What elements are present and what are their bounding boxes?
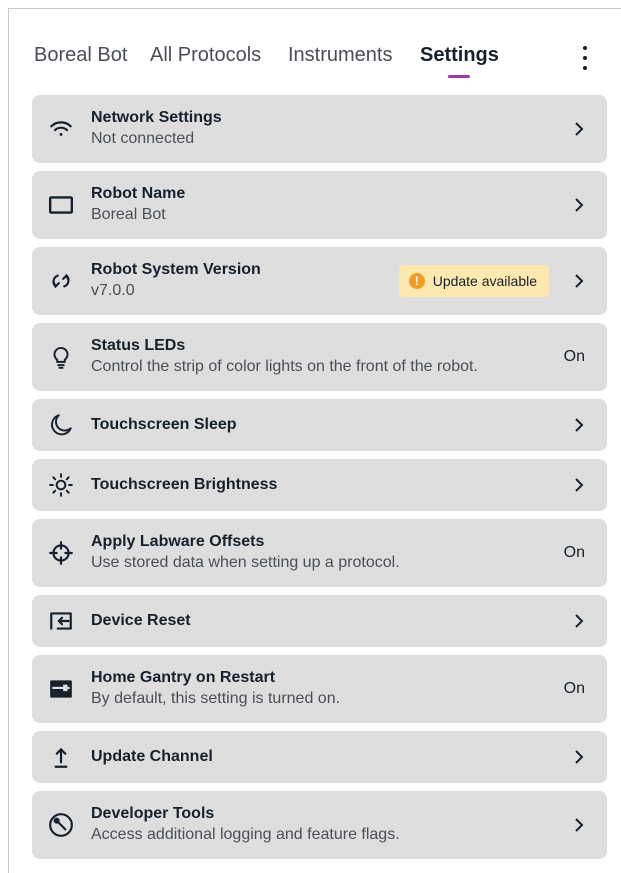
setting-subtitle: v7.0.0 xyxy=(91,282,135,299)
setting-touchscreen-sleep[interactable]: Touchscreen Sleep xyxy=(32,399,607,451)
setting-title: Robot System Version xyxy=(91,261,261,278)
brightness-icon xyxy=(48,472,74,498)
warning-icon: ! xyxy=(408,273,425,289)
setting-subtitle: Control the strip of color lights on the… xyxy=(91,358,478,375)
setting-touchscreen-brightness[interactable]: Touchscreen Brightness xyxy=(32,459,607,511)
top-navigation: Boreal Bot All Protocols Instruments Set… xyxy=(34,40,607,84)
setting-title: Apply Labware Offsets xyxy=(91,533,265,550)
settings-list: Network Settings Not connected Robot Nam… xyxy=(32,95,607,867)
chevron-right-icon xyxy=(575,750,584,764)
setting-robot-name[interactable]: Robot Name Boreal Bot xyxy=(32,171,607,239)
setting-subtitle: Not connected xyxy=(91,130,195,147)
wrench-icon xyxy=(48,812,74,838)
chevron-right-icon xyxy=(575,198,584,212)
chevron-right-icon xyxy=(575,418,584,432)
tab-settings[interactable]: Settings xyxy=(420,44,499,78)
reset-icon xyxy=(48,608,74,634)
lightbulb-icon xyxy=(48,344,74,370)
setting-title: Home Gantry on Restart xyxy=(91,669,276,686)
chevron-right-icon xyxy=(575,818,584,832)
setting-subtitle: Boreal Bot xyxy=(91,206,166,223)
chevron-right-icon xyxy=(575,122,584,136)
setting-value: On xyxy=(563,544,585,561)
setting-title: Update Channel xyxy=(91,748,213,765)
setting-labware-offsets[interactable]: Apply Labware Offsets Use stored data wh… xyxy=(32,519,607,587)
wifi-icon xyxy=(48,116,74,142)
setting-title: Network Settings xyxy=(91,109,222,126)
crosshair-icon xyxy=(48,540,74,566)
setting-developer-tools[interactable]: Developer Tools Access additional loggin… xyxy=(32,791,607,859)
gantry-icon xyxy=(48,676,74,702)
setting-subtitle: Use stored data when setting up a protoc… xyxy=(91,554,400,571)
monitor-icon xyxy=(48,192,74,218)
setting-title: Touchscreen Sleep xyxy=(91,416,237,433)
update-available-badge[interactable]: ! Update available xyxy=(398,265,549,297)
setting-home-gantry[interactable]: Home Gantry on Restart By default, this … xyxy=(32,655,607,723)
setting-network[interactable]: Network Settings Not connected xyxy=(32,95,607,163)
setting-device-reset[interactable]: Device Reset xyxy=(32,595,607,647)
chevron-right-icon xyxy=(575,478,584,492)
tab-instruments[interactable]: Instruments xyxy=(288,44,392,67)
overflow-menu-icon[interactable] xyxy=(573,44,597,72)
setting-title: Touchscreen Brightness xyxy=(91,476,278,493)
setting-title: Robot Name xyxy=(91,185,186,202)
tab-all-protocols[interactable]: All Protocols xyxy=(150,44,261,67)
setting-title: Status LEDs xyxy=(91,337,186,354)
setting-subtitle: Access additional logging and feature fl… xyxy=(91,826,400,843)
setting-value: On xyxy=(563,348,585,365)
setting-title: Developer Tools xyxy=(91,805,215,822)
setting-value: On xyxy=(563,680,585,697)
setting-update-channel[interactable]: Update Channel xyxy=(32,731,607,783)
chevron-right-icon xyxy=(575,614,584,628)
upload-icon xyxy=(48,744,74,770)
tab-robot[interactable]: Boreal Bot xyxy=(34,44,127,67)
setting-system-version[interactable]: Robot System Version v7.0.0 ! Update ava… xyxy=(32,247,607,315)
setting-status-leds[interactable]: Status LEDs Control the strip of color l… xyxy=(32,323,607,391)
setting-title: Device Reset xyxy=(91,612,191,629)
chevron-right-icon xyxy=(575,274,584,288)
badge-label: Update available xyxy=(432,273,537,289)
moon-icon xyxy=(48,412,74,438)
setting-subtitle: By default, this setting is turned on. xyxy=(91,690,341,707)
sync-icon xyxy=(48,268,74,294)
